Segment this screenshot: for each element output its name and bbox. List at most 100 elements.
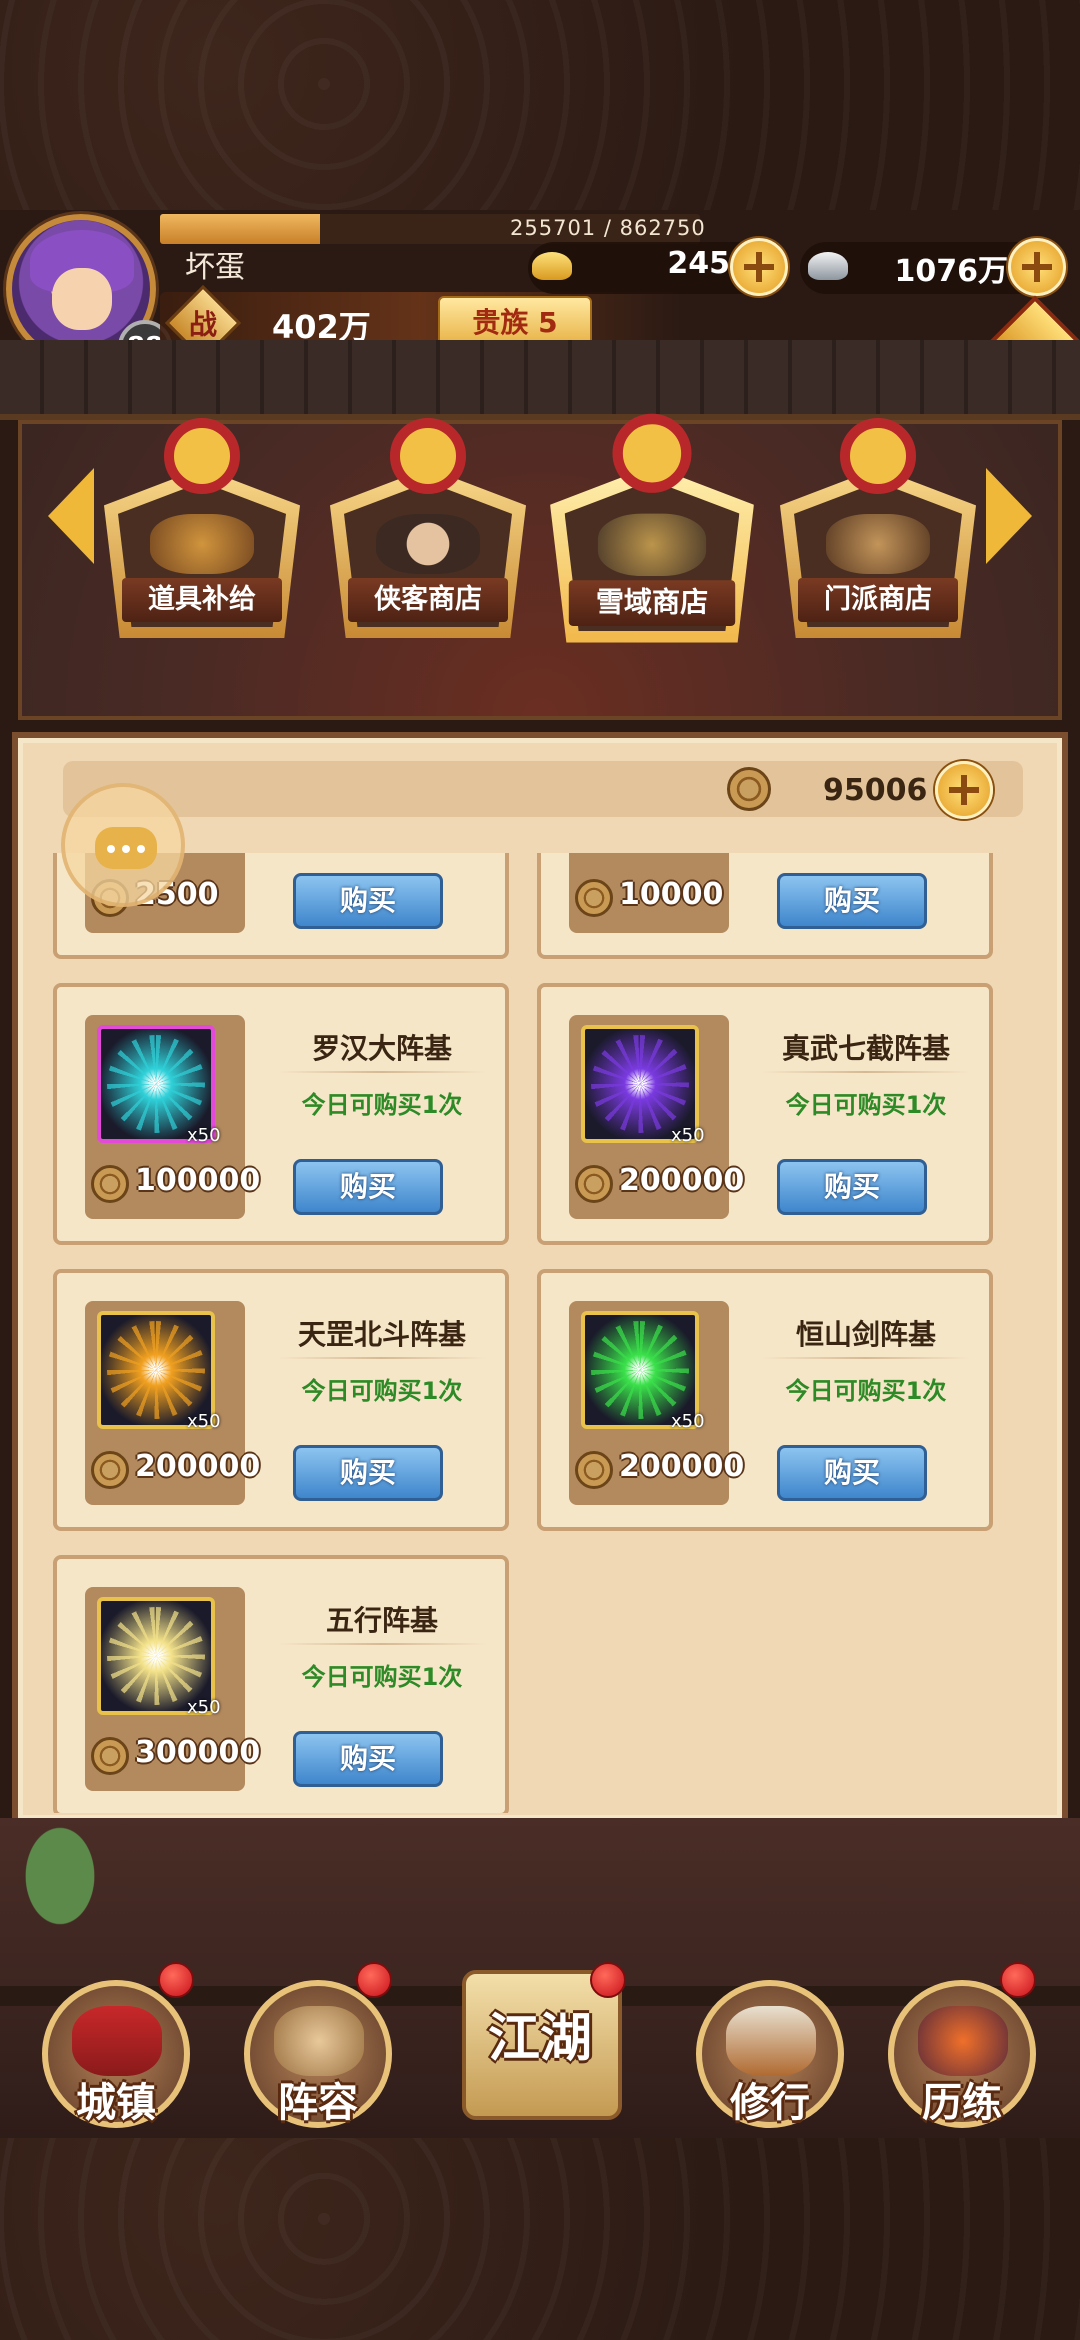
buy-button[interactable]: 购买 (777, 1445, 927, 1501)
item-thumb: 10000 (569, 853, 729, 933)
item-quantity: x50 (671, 1125, 705, 1146)
notification-dot (158, 1962, 194, 1998)
item-thumb: x50 300000 (85, 1587, 260, 1791)
flower-icon (150, 514, 254, 574)
item-name: 罗汉大阵基 (311, 1032, 452, 1065)
temple-icon (826, 514, 930, 574)
item-thumb: x50 200000 (569, 1301, 744, 1505)
buy-button[interactable]: 购买 (777, 1159, 927, 1215)
item-price: 200000 (135, 1449, 261, 1484)
formation-base-icon[interactable]: x50 (97, 1597, 221, 1718)
cultivation-icon (726, 2006, 816, 2076)
gold-ingot-icon (532, 252, 572, 280)
tab-label: 门派商店 (798, 578, 958, 622)
silver-ingot-icon (808, 252, 848, 280)
hero-portrait-icon (376, 514, 480, 574)
buy-button[interactable]: 购买 (777, 873, 927, 929)
item-quantity: x50 (187, 1411, 221, 1432)
knot-ornament (840, 418, 916, 494)
formation-base-icon[interactable]: x50 (581, 1311, 705, 1432)
burst-effect (591, 1035, 689, 1133)
knot-ornament (164, 418, 240, 494)
top-background (0, 0, 1080, 210)
notification-dot (356, 1962, 392, 1998)
burst-effect (107, 1321, 205, 1419)
notification-dot (1000, 1962, 1036, 1998)
notification-dot (590, 1962, 626, 1998)
item-price: 10000 (619, 877, 724, 912)
nav-label: 城镇 (76, 2080, 156, 2126)
bonsai-tree-icon (0, 1820, 120, 1960)
item-grid[interactable]: 2500 购买 10000 购买 x50 100000 罗汉大阵基 今日可购买1次 购买… (53, 853, 1037, 1813)
player-name: 坏蛋 (185, 250, 245, 285)
silver-value: 1076万 (894, 254, 1009, 289)
item-price: 100000 (135, 1163, 261, 1198)
prev-shop-arrow-icon[interactable] (48, 468, 94, 564)
exp-text: 255701 / 862750 (510, 216, 706, 240)
coin-icon (575, 1451, 613, 1489)
nav-cultivation[interactable]: 修行 (696, 1980, 844, 2128)
town-icon (72, 2006, 162, 2076)
buy-button[interactable]: 购买 (293, 1445, 443, 1501)
nav-trial[interactable]: 历练 (888, 1980, 1036, 2128)
divider (277, 1357, 487, 1359)
nav-label: 修行 (730, 2080, 810, 2126)
tab-label: 雪域商店 (568, 580, 736, 626)
item-name: 恒山剑阵基 (795, 1318, 936, 1351)
divider (277, 1071, 487, 1073)
coin-icon (575, 879, 613, 917)
add-shop-currency-button[interactable] (935, 761, 993, 819)
tab-label: 侠客商店 (348, 578, 508, 622)
burst-effect (107, 1607, 205, 1705)
gold-value: 245 (667, 246, 730, 281)
chat-button[interactable] (61, 783, 185, 907)
buy-button[interactable]: 购买 (293, 1731, 443, 1787)
trial-icon (918, 2006, 1008, 2076)
add-gold-button[interactable] (730, 238, 788, 296)
shop-panel: 95006 2500 购买 10000 购买 x50 100000 罗汉大阵基 今日可… (18, 738, 1062, 1820)
item-quantity: x50 (671, 1411, 705, 1432)
nav-lineup[interactable]: 阵容 (244, 1980, 392, 2128)
vip-badge[interactable]: 贵族 5 (438, 296, 592, 346)
shop-item-card: x50 100000 罗汉大阵基今日可购买1次购买 (53, 983, 509, 1245)
buy-button[interactable]: 购买 (293, 1159, 443, 1215)
snow-coin-icon (727, 767, 771, 811)
nav-town[interactable]: 城镇 (42, 1980, 190, 2128)
item-price: 200000 (619, 1449, 745, 1484)
purchase-limit: 今日可购买1次 (785, 1377, 947, 1405)
next-shop-arrow-icon[interactable] (986, 468, 1032, 564)
item-name: 天罡北斗阵基 (297, 1318, 466, 1351)
tab-hero-shop[interactable]: 侠客商店 (330, 418, 526, 638)
nav-label: 江湖 (487, 2009, 592, 2069)
item-name: 真武七截阵基 (781, 1032, 950, 1065)
item-quantity: x50 (187, 1697, 221, 1718)
nav-label: 历练 (922, 2080, 1002, 2126)
item-name: 五行阵基 (325, 1604, 438, 1637)
add-silver-button[interactable] (1008, 238, 1066, 296)
purchase-limit: 今日可购买1次 (301, 1377, 463, 1405)
shop-item-card: x50 200000 天罡北斗阵基今日可购买1次购买 (53, 1269, 509, 1531)
coin-icon (91, 1737, 129, 1775)
item-quantity: x50 (187, 1125, 221, 1146)
shop-item-card: x50 300000 五行阵基 今日可购买1次 购买 (53, 1555, 509, 1813)
burst-effect (107, 1035, 205, 1133)
purchase-limit: 今日可购买1次 (785, 1091, 947, 1119)
knot-ornament (612, 413, 692, 493)
formation-base-icon[interactable]: x50 (581, 1025, 705, 1146)
coin-icon (575, 1165, 613, 1203)
lineup-icon (274, 2006, 364, 2076)
purchase-limit: 今日可购买1次 (301, 1091, 463, 1119)
shop-item-card: 10000 购买 (537, 853, 993, 959)
tab-sect-shop[interactable]: 门派商店 (780, 418, 976, 638)
knot-ornament (390, 418, 466, 494)
shop-currency-value: 95006 (823, 773, 928, 808)
item-thumb: x50 200000 (85, 1301, 260, 1505)
tab-snow-shop[interactable]: 雪域商店 (550, 413, 754, 643)
item-thumb: x50 100000 (85, 1015, 260, 1219)
divider (761, 1357, 971, 1359)
item-price: 200000 (619, 1163, 745, 1198)
formation-base-icon[interactable]: x50 (97, 1025, 221, 1146)
formation-base-icon[interactable]: x50 (97, 1311, 221, 1432)
buy-button[interactable]: 购买 (293, 873, 443, 929)
tab-item-supply[interactable]: 道具补给 (104, 418, 300, 638)
